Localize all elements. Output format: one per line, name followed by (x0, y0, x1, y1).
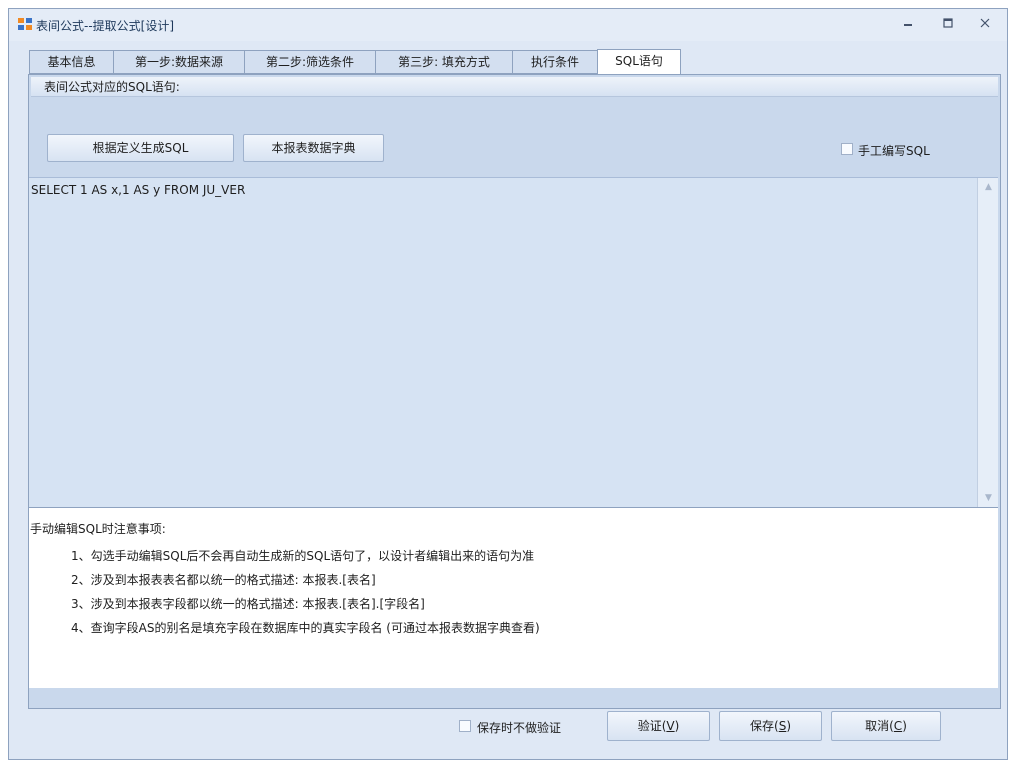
note-item: 4、查询字段AS的别名是填充字段在数据库中的真实字段名 (可通过本报表数据字典查… (71, 621, 540, 635)
sql-panel: 表间公式对应的SQL语句: 根据定义生成SQL 本报表数据字典 手工编写SQL … (28, 74, 1001, 709)
scroll-up-icon[interactable]: ▲ (978, 178, 999, 196)
notes-title: 手动编辑SQL时注意事项: (30, 522, 166, 536)
panel-header: 表间公式对应的SQL语句: (31, 77, 998, 97)
window-title: 表间公式--提取公式[设计] (36, 19, 175, 33)
manual-sql-label: 手工编写SQL (858, 144, 930, 158)
minimize-icon[interactable] (897, 17, 919, 33)
formula-window: 表间公式--提取公式[设计] 基本信息 第一步:数据来源 第二步:筛选条件 第三… (8, 8, 1008, 760)
validate-button[interactable]: 验证(V) (607, 711, 710, 741)
tab-fill-mode[interactable]: 第三步: 填充方式 (375, 50, 513, 74)
vertical-scrollbar[interactable]: ▲ ▼ (977, 178, 998, 507)
sql-text[interactable]: SELECT 1 AS x,1 AS y FROM JU_VER (31, 183, 245, 197)
app-icon (18, 18, 32, 30)
footer-bar: 保存时不做验证 验证(V) 保存(S) 取消(C) (9, 709, 1007, 759)
tab-execution-conditions[interactable]: 执行条件 (512, 50, 598, 74)
tab-data-source[interactable]: 第一步:数据来源 (113, 50, 245, 74)
tab-filter-conditions[interactable]: 第二步:筛选条件 (244, 50, 376, 74)
notes-area: 手动编辑SQL时注意事项: 1、勾选手动编辑SQL后不会再自动生成新的SQL语句… (29, 507, 998, 688)
title-bar: 表间公式--提取公式[设计] (9, 9, 1007, 41)
tab-sql-statement[interactable]: SQL语句 (597, 49, 681, 75)
maximize-icon[interactable] (937, 17, 959, 33)
close-icon[interactable] (974, 17, 996, 33)
data-dictionary-button[interactable]: 本报表数据字典 (243, 134, 384, 162)
generate-sql-button[interactable]: 根据定义生成SQL (47, 134, 234, 162)
sql-editor[interactable]: SELECT 1 AS x,1 AS y FROM JU_VER ▲ ▼ (29, 177, 998, 507)
toolbar: 根据定义生成SQL 本报表数据字典 手工编写SQL (31, 97, 998, 177)
no-validate-checkbox[interactable] (459, 720, 471, 732)
note-item: 3、涉及到本报表字段都以统一的格式描述: 本报表.[表名].[字段名] (71, 597, 425, 611)
scroll-down-icon[interactable]: ▼ (978, 489, 999, 507)
tab-basic-info[interactable]: 基本信息 (29, 50, 114, 74)
save-button[interactable]: 保存(S) (719, 711, 822, 741)
cancel-button[interactable]: 取消(C) (831, 711, 941, 741)
note-item: 1、勾选手动编辑SQL后不会再自动生成新的SQL语句了，以设计者编辑出来的语句为… (71, 549, 535, 563)
no-validate-label: 保存时不做验证 (477, 721, 562, 735)
manual-sql-checkbox[interactable] (841, 143, 853, 155)
note-item: 2、涉及到本报表表名都以统一的格式描述: 本报表.[表名] (71, 573, 376, 587)
